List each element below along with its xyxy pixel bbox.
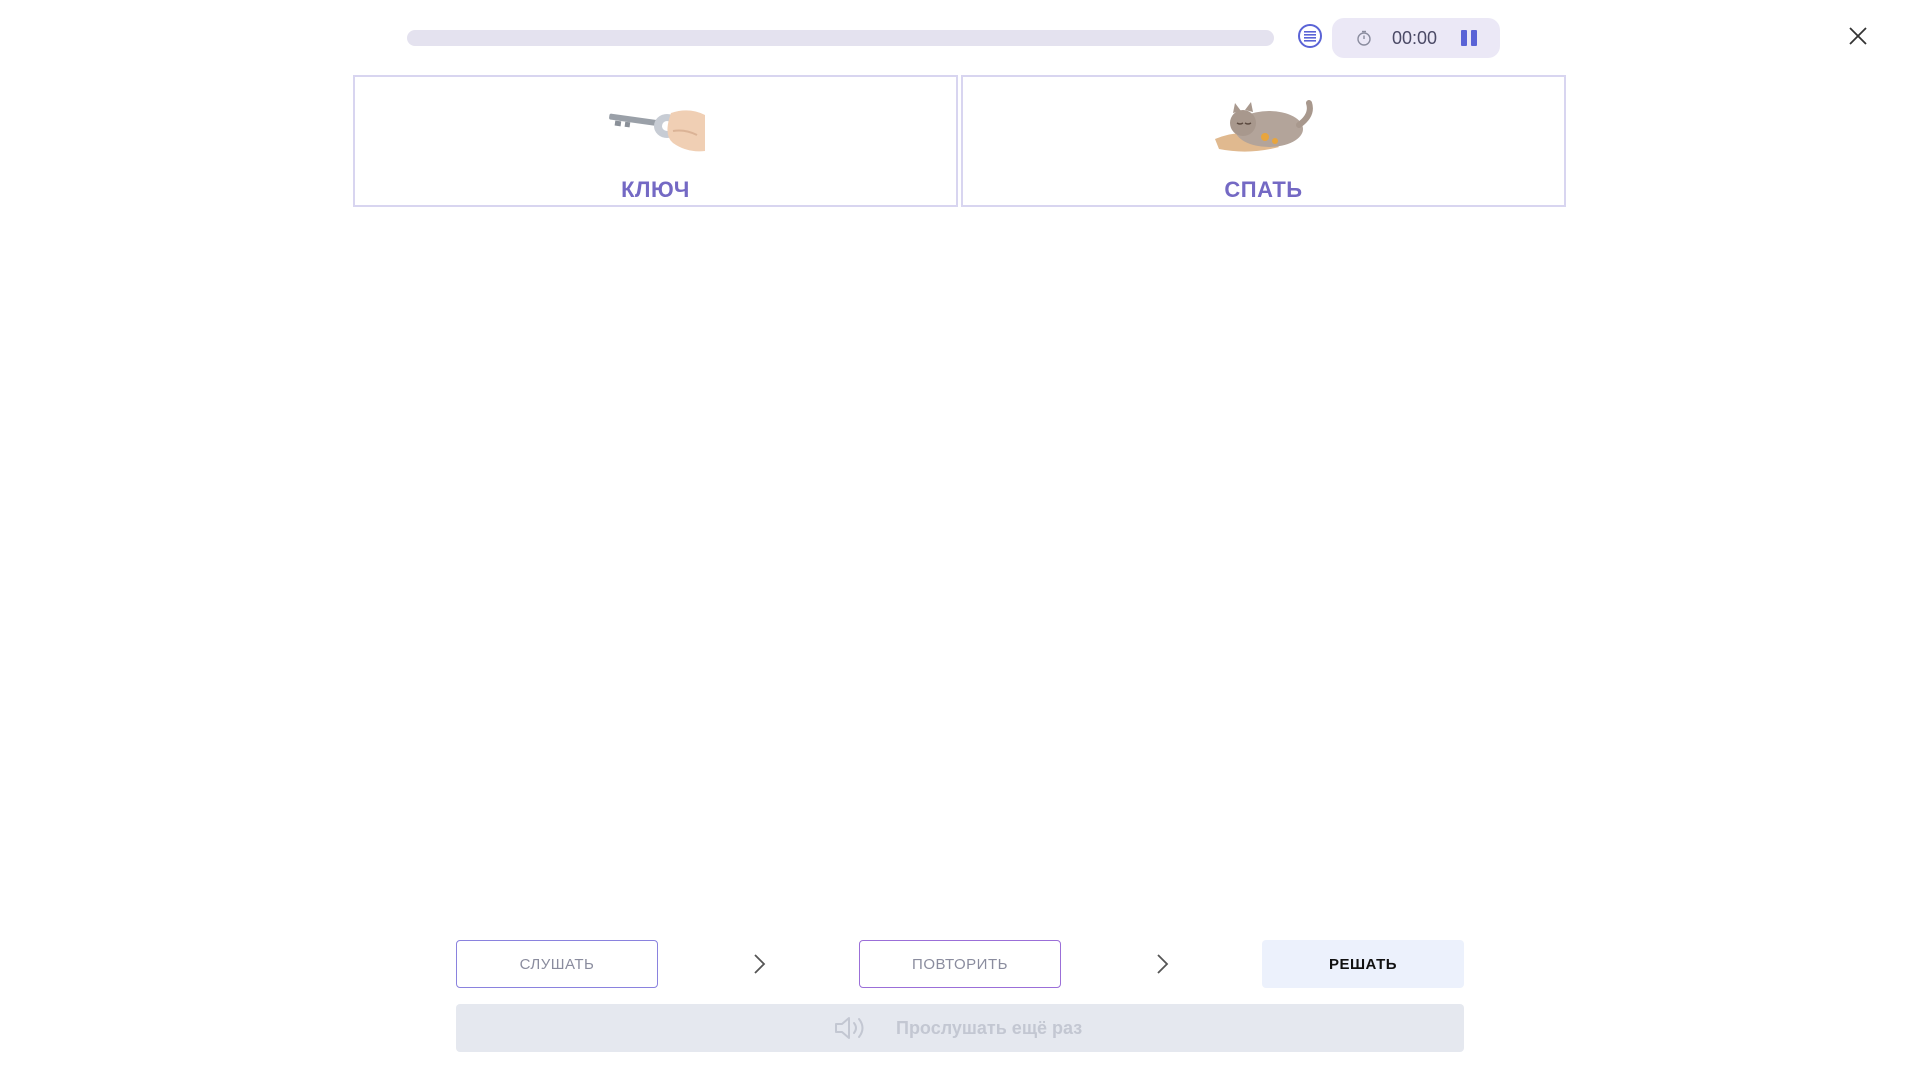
pause-icon <box>1461 30 1467 46</box>
list-icon <box>1304 31 1316 42</box>
close-icon <box>1849 27 1867 45</box>
listen-step-button[interactable]: СЛУШАТЬ <box>456 940 658 988</box>
word-card-key[interactable]: КЛЮЧ <box>353 75 958 207</box>
pause-button[interactable] <box>1458 28 1480 48</box>
replay-label: Прослушать ещё раз <box>896 1018 1083 1038</box>
task-list-button[interactable] <box>1298 24 1322 48</box>
stopwatch-icon <box>1357 30 1371 46</box>
timer: 00:00 <box>1332 18 1500 58</box>
speaker-icon <box>835 1017 864 1039</box>
replay-button[interactable]: Прослушать ещё раз <box>456 1004 1464 1052</box>
exercise-screen: 00:00 КЛЮЧ СПАТЬ СЛУШАТЬ ПОВТОРИТЬ РЕШАТ… <box>0 0 1920 1080</box>
close-button[interactable] <box>1846 24 1870 48</box>
key-in-hand-image <box>608 110 705 152</box>
card-label: СПАТЬ <box>1224 177 1303 202</box>
card-label: КЛЮЧ <box>621 177 690 202</box>
progress-bar <box>407 30 1274 46</box>
chevron-right-icon <box>754 954 766 974</box>
solve-step-button[interactable]: РЕШАТЬ <box>1262 940 1464 988</box>
sleeping-cat-image <box>1214 100 1313 152</box>
chevron-right-icon <box>1157 954 1169 974</box>
timer-text: 00:00 <box>1392 28 1438 48</box>
repeat-step-button[interactable]: ПОВТОРИТЬ <box>859 940 1061 988</box>
word-card-sleep[interactable]: СПАТЬ <box>961 75 1566 207</box>
